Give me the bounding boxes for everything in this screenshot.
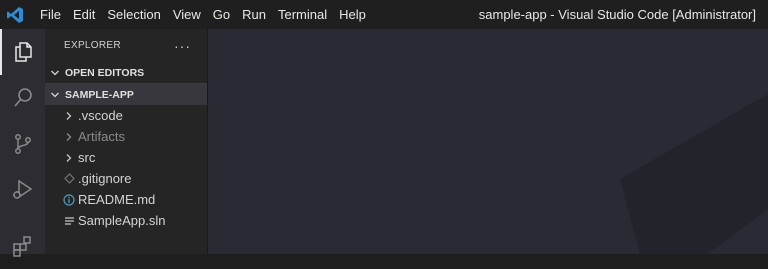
search-icon bbox=[13, 88, 32, 107]
menu-terminal[interactable]: Terminal bbox=[272, 0, 333, 29]
menu-view[interactable]: View bbox=[167, 0, 207, 29]
tree-item-sln[interactable]: SampleApp.sln bbox=[45, 210, 207, 231]
tree-item-label: src bbox=[78, 150, 96, 165]
project-label: SAMPLE-APP bbox=[65, 88, 134, 101]
tree-item-gitignore[interactable]: .gitignore bbox=[45, 168, 207, 189]
explorer-header: EXPLORER ··· bbox=[45, 29, 207, 62]
menu-selection[interactable]: Selection bbox=[101, 0, 166, 29]
source-control-activity-button[interactable] bbox=[0, 121, 45, 167]
tree-item-label: .vscode bbox=[78, 108, 123, 123]
run-debug-icon bbox=[12, 179, 32, 199]
tree-item-label: README.md bbox=[78, 192, 156, 207]
menu-go[interactable]: Go bbox=[207, 0, 236, 29]
editor-area bbox=[208, 29, 768, 254]
chevron-right-icon bbox=[62, 126, 76, 147]
source-control-icon bbox=[14, 134, 31, 154]
vscode-logo-icon bbox=[0, 0, 30, 29]
menu-bar: File Edit Selection View Go Run Terminal… bbox=[34, 0, 372, 29]
tree-item-label: Artifacts bbox=[78, 129, 125, 144]
explorer-title: EXPLORER bbox=[64, 40, 121, 51]
menu-run[interactable]: Run bbox=[236, 0, 272, 29]
title-bar: File Edit Selection View Go Run Terminal… bbox=[0, 0, 768, 29]
tree-item-src[interactable]: src bbox=[45, 147, 207, 168]
project-section[interactable]: SAMPLE-APP bbox=[45, 83, 207, 105]
tree-item-label: SampleApp.sln bbox=[78, 213, 166, 228]
menu-file[interactable]: File bbox=[34, 0, 67, 29]
chevron-down-icon bbox=[45, 90, 65, 100]
files-icon bbox=[14, 42, 32, 62]
window-title: sample-app - Visual Studio Code [Adminis… bbox=[478, 7, 756, 22]
tree-item-artifacts[interactable]: Artifacts bbox=[45, 126, 207, 147]
more-actions-icon[interactable]: ··· bbox=[174, 38, 191, 54]
extensions-activity-button[interactable] bbox=[0, 223, 45, 269]
run-debug-activity-button[interactable] bbox=[0, 167, 45, 213]
lines-icon bbox=[62, 210, 76, 231]
chevron-down-icon bbox=[45, 68, 65, 78]
open-editors-label: OPEN EDITORS bbox=[65, 66, 145, 79]
git-diamond-icon bbox=[62, 168, 76, 189]
activity-bar bbox=[0, 29, 45, 257]
explorer-activity-button[interactable] bbox=[0, 29, 45, 75]
extensions-icon bbox=[12, 236, 31, 257]
chevron-right-icon bbox=[62, 105, 76, 126]
tree-item-readme[interactable]: README.md bbox=[45, 189, 207, 210]
menu-help[interactable]: Help bbox=[333, 0, 372, 29]
explorer-sidebar: EXPLORER ··· OPEN EDITORS SAMPLE-APP .vs… bbox=[45, 29, 208, 254]
vscode-watermark-logo bbox=[620, 94, 768, 254]
open-editors-section[interactable]: OPEN EDITORS bbox=[45, 62, 207, 83]
chevron-right-icon bbox=[62, 147, 76, 168]
search-activity-button[interactable] bbox=[0, 75, 45, 121]
menu-edit[interactable]: Edit bbox=[67, 0, 101, 29]
info-icon bbox=[62, 189, 76, 210]
tree-item-vscode[interactable]: .vscode bbox=[45, 105, 207, 126]
tree-item-label: .gitignore bbox=[78, 171, 132, 186]
